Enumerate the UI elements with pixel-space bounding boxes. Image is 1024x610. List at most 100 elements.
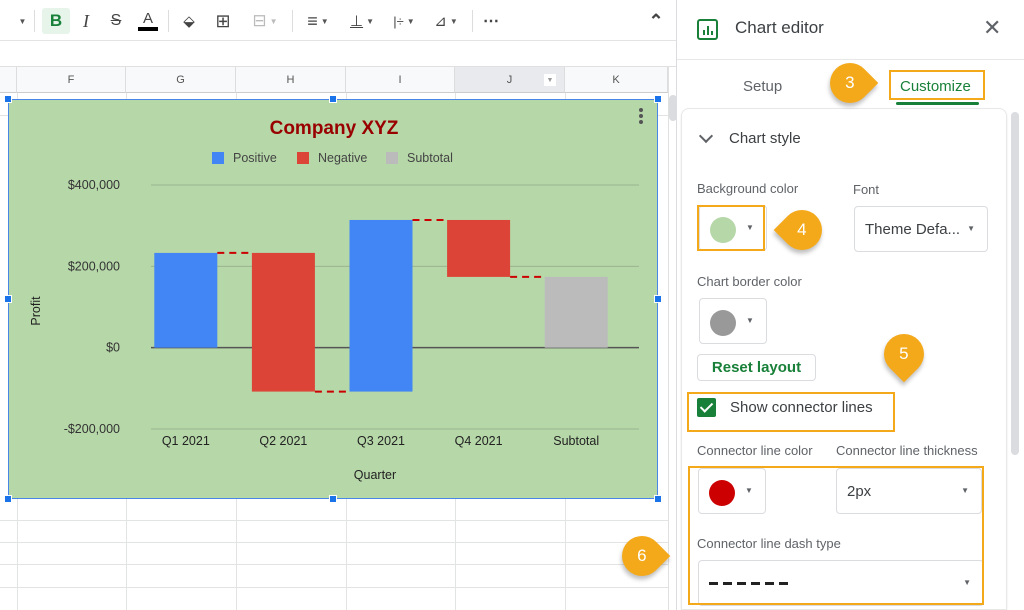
section-title: Chart style: [729, 130, 801, 147]
border-color-button[interactable]: ▼: [699, 298, 767, 344]
more-formats-caret-icon[interactable]: ▼: [12, 8, 30, 34]
checkbox-label: Show connector lines: [730, 399, 873, 416]
column-header[interactable]: G: [126, 67, 236, 93]
connector-color-button[interactable]: ▼: [698, 468, 766, 514]
bar-subtotal[interactable]: [544, 276, 608, 348]
dash-type-preview: [709, 582, 791, 585]
column-menu-icon[interactable]: ▼: [544, 74, 556, 86]
legend-swatch: [386, 152, 398, 164]
x-tick-label: Q3 2021: [357, 434, 405, 448]
tab-setup[interactable]: Setup: [743, 78, 782, 95]
step-number: 6: [637, 546, 647, 565]
borders-button[interactable]: ⊞: [212, 8, 234, 34]
background-color-button[interactable]: ▼: [699, 205, 767, 251]
column-header-selected[interactable]: J ▼: [455, 67, 565, 93]
chart-menu-button[interactable]: [639, 108, 645, 124]
panel-header: Chart editor ✕: [677, 0, 1024, 60]
waterfall-chart: Company XYZ Positive Negative Subtotal $40…: [29, 118, 639, 482]
show-connector-lines-checkbox[interactable]: [697, 398, 716, 417]
x-tick-label: Q4 2021: [455, 434, 503, 448]
resize-handle[interactable]: [4, 95, 12, 103]
resize-handle[interactable]: [329, 95, 337, 103]
collapse-menu-button[interactable]: ⌃: [646, 8, 666, 34]
dropdown-arrow-icon: ▼: [967, 224, 975, 233]
x-axis-title[interactable]: Quarter: [354, 468, 396, 482]
resize-handle[interactable]: [4, 295, 12, 303]
grid-line: [0, 564, 668, 565]
chevron-down-icon: [698, 128, 714, 143]
active-tab-indicator: [896, 102, 979, 105]
legend-label[interactable]: Positive: [233, 151, 277, 165]
step-callout: 6: [613, 527, 671, 585]
panel-scrollbar[interactable]: [1011, 112, 1019, 455]
more-button[interactable]: ⋯: [480, 8, 502, 34]
app-window: ▼ B I S A ⬙ ⊞ ⊟ ▼ ≡ ▼ ⊥ ▼ |÷ ▼ ⊿ ▼ ⋯ ⌃ F G H …: [0, 0, 1024, 610]
chart[interactable]: Company XYZ Positive Negative Subtotal $40…: [8, 99, 658, 499]
tab-customize[interactable]: Customize: [900, 78, 971, 95]
resize-handle[interactable]: [4, 495, 12, 503]
italic-button[interactable]: I: [76, 8, 96, 34]
y-axis-title[interactable]: Profit: [29, 296, 43, 326]
y-tick-label: $0: [106, 341, 120, 355]
formula-bar[interactable]: [0, 41, 676, 67]
bold-icon: B: [49, 11, 63, 30]
step-number: 4: [797, 220, 807, 239]
bar-positive[interactable]: [349, 219, 413, 392]
resize-handle[interactable]: [329, 495, 337, 503]
text-rotation-button[interactable]: ⊿ ▼: [428, 8, 464, 34]
corner-cell[interactable]: [0, 67, 17, 93]
reset-layout-button[interactable]: Reset layout: [697, 354, 816, 381]
thickness-value: 2px: [847, 483, 872, 500]
vertical-align-button[interactable]: ⊥ ▼: [344, 8, 380, 34]
bar-positive[interactable]: [154, 252, 218, 348]
text-color-button[interactable]: A: [136, 8, 160, 34]
connector-thickness-select[interactable]: 2px ▼: [836, 468, 982, 514]
connector-thickness-label: Connector line thickness: [836, 443, 978, 458]
merge-cells-button[interactable]: ⊟ ▼: [244, 8, 286, 34]
connector-dash-select[interactable]: ▼: [698, 560, 984, 606]
legend-label[interactable]: Negative: [318, 151, 367, 165]
dropdown-arrow-icon: ▼: [963, 578, 971, 587]
font-label: Font: [853, 182, 880, 197]
column-header[interactable]: F: [17, 67, 126, 93]
font-select[interactable]: Theme Defa... ▼: [854, 206, 988, 252]
step-number: 3: [845, 73, 855, 92]
resize-handle[interactable]: [654, 95, 662, 103]
horizontal-align-button[interactable]: ≡ ▼: [300, 8, 336, 34]
text-rotation-icon: ⊿: [434, 13, 447, 30]
toolbar-divider: [472, 10, 473, 32]
background-color-label: Background color: [697, 181, 799, 196]
dropdown-arrow-icon: ▼: [745, 486, 753, 495]
column-letter: I: [398, 73, 402, 86]
show-connector-lines-row[interactable]: Show connector lines: [697, 398, 873, 417]
x-axis-labels: Q1 2021 Q2 2021 Q3 2021 Q4 2021 Subtotal: [162, 434, 599, 448]
text-wrapping-icon: |÷: [393, 13, 404, 29]
legend-label[interactable]: Subtotal: [407, 151, 453, 165]
resize-handle[interactable]: [654, 295, 662, 303]
close-icon[interactable]: ✕: [983, 17, 1001, 39]
fill-color-button[interactable]: ⬙: [178, 8, 200, 34]
toolbar: ▼ B I S A ⬙ ⊞ ⊟ ▼ ≡ ▼ ⊥ ▼ |÷ ▼ ⊿ ▼ ⋯ ⌃: [0, 0, 676, 41]
bar-negative[interactable]: [447, 219, 511, 277]
sheet-scrollbar[interactable]: [668, 67, 677, 610]
text-wrapping-button[interactable]: |÷ ▼: [386, 8, 422, 34]
column-header[interactable]: I: [346, 67, 455, 93]
chart-title[interactable]: Company XYZ: [270, 118, 399, 139]
column-header[interactable]: H: [236, 67, 346, 93]
color-swatch: [710, 217, 736, 243]
column-header[interactable]: K: [565, 67, 668, 93]
section-chart-style[interactable]: Chart style: [698, 128, 801, 147]
strikethrough-button[interactable]: S: [106, 8, 126, 34]
bold-button[interactable]: B: [42, 8, 70, 34]
panel-title: Chart editor: [735, 18, 824, 37]
legend-swatch: [297, 152, 309, 164]
dot: [639, 108, 643, 112]
borders-icon: ⊞: [215, 10, 231, 31]
grid-line: [0, 542, 668, 543]
connector-dash-label: Connector line dash type: [697, 536, 841, 551]
dropdown-arrow-icon: ▼: [746, 316, 754, 325]
x-tick-label: Q1 2021: [162, 434, 210, 448]
resize-handle[interactable]: [654, 495, 662, 503]
bar-negative[interactable]: [251, 252, 315, 392]
collapse-menu-icon: ⌃: [648, 10, 664, 31]
